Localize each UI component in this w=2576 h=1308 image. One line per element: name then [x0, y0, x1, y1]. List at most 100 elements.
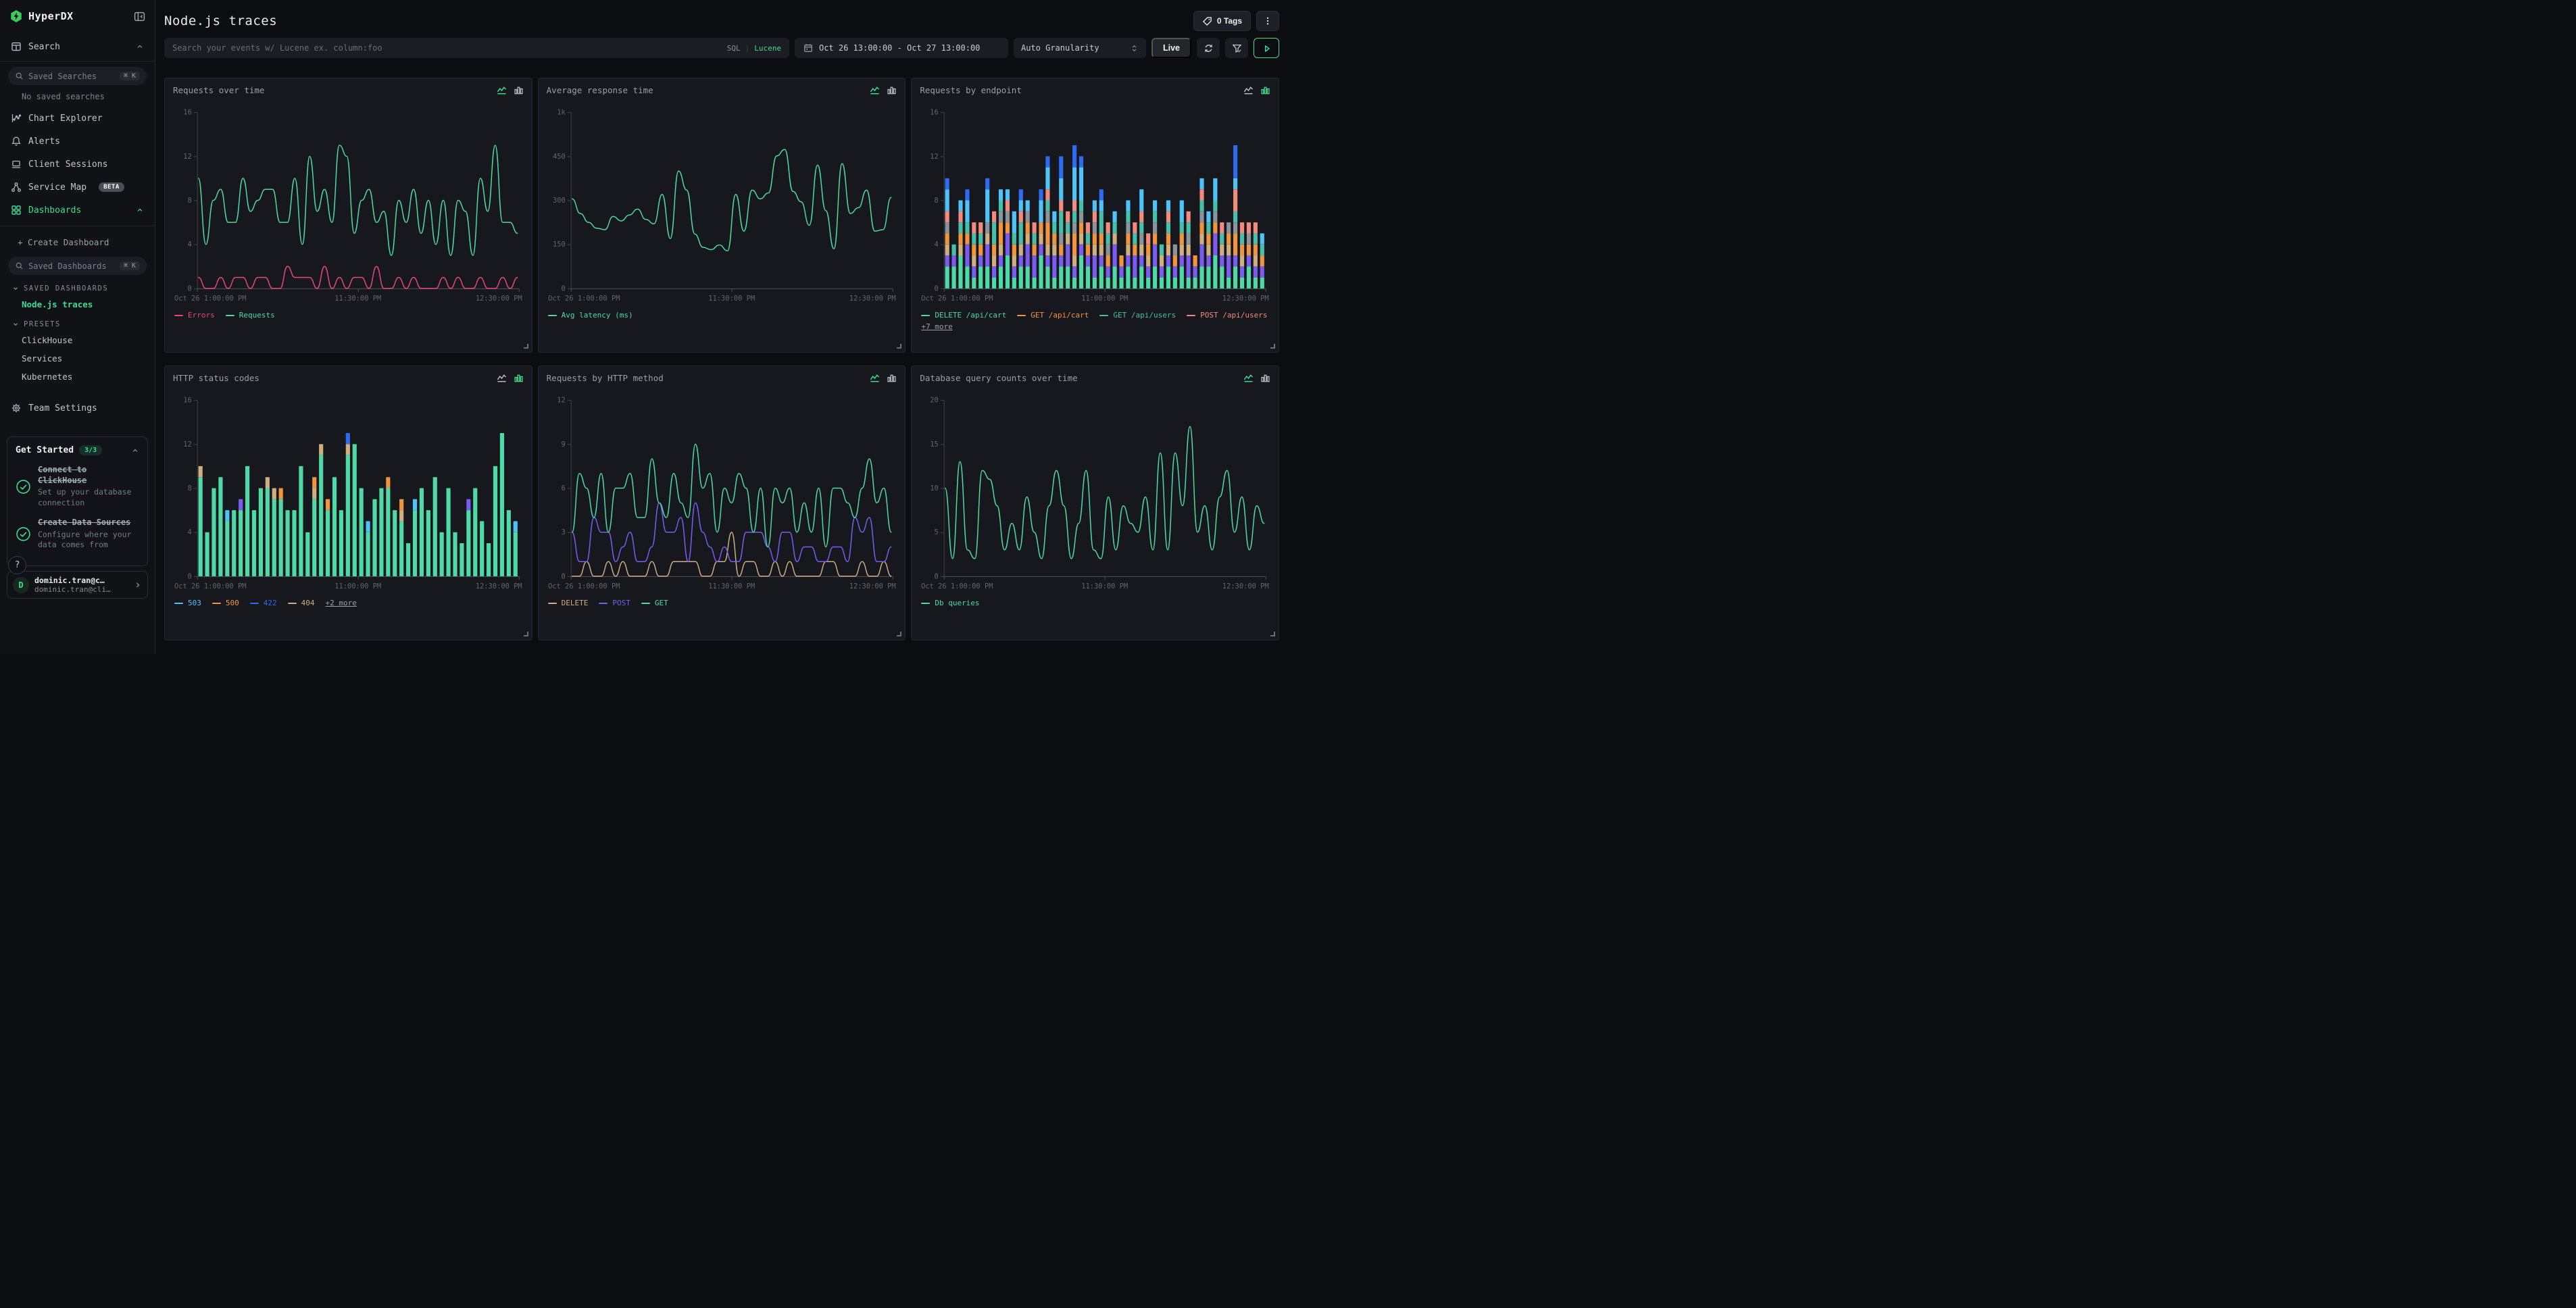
chart-canvas[interactable]: 0481216Oct 26 1:00:00 PM11:30:00 PM12:30… [173, 97, 524, 306]
legend-item[interactable]: POST /api/users [1187, 311, 1267, 320]
resize-handle[interactable] [897, 632, 901, 636]
chart-canvas[interactable]: 0481216Oct 26 1:00:00 PM11:00:00 PM12:30… [173, 384, 524, 594]
saved-dashboards-input[interactable] [28, 261, 115, 271]
bar-chart-icon[interactable] [887, 85, 897, 95]
get-started-title: Get Started [16, 445, 74, 455]
legend-item[interactable]: Db queries [921, 599, 979, 607]
tags-button[interactable]: 0 Tags [1193, 11, 1251, 31]
legend-more-link[interactable]: +2 more [326, 599, 357, 607]
date-range-picker[interactable]: Oct 26 13:00:00 - Oct 27 13:00:00 [795, 38, 1008, 58]
event-search-input[interactable] [172, 43, 720, 53]
resize-handle[interactable] [524, 344, 528, 349]
help-icon[interactable]: ? [8, 556, 26, 574]
filter-edit-icon [1232, 43, 1242, 53]
legend-dash-icon [174, 603, 183, 604]
granularity-select[interactable]: Auto Granularity [1014, 38, 1146, 58]
saved-searches-input[interactable] [28, 72, 115, 81]
live-button[interactable]: Live [1151, 38, 1191, 58]
query-language-toggle[interactable]: SQL | Lucene [727, 44, 781, 53]
legend-item[interactable]: DELETE /api/cart [921, 311, 1006, 320]
presets-header[interactable]: PRESETS [0, 313, 147, 331]
line-chart-icon[interactable] [497, 85, 507, 95]
run-query-button[interactable] [1254, 38, 1279, 58]
sidebar-item-dashboards[interactable]: Dashboards [8, 199, 147, 222]
sidebar-item-team-settings[interactable]: Team Settings [8, 397, 147, 420]
sidebar-dashboard-nodejs-traces[interactable]: Node.js traces [8, 295, 147, 313]
legend-label: Requests [239, 311, 275, 320]
service-map-icon [11, 182, 22, 193]
legend-item[interactable]: Avg latency (ms) [548, 311, 633, 320]
user-menu[interactable]: D dominic.tran@c… dominic.tran@cli… [7, 571, 148, 599]
chevron-up-icon [136, 43, 144, 51]
svg-text:Oct 26 1:00:00 PM: Oct 26 1:00:00 PM [174, 582, 247, 590]
legend-item[interactable]: DELETE [548, 599, 589, 607]
chevron-down-icon [12, 321, 19, 328]
legend-item[interactable]: 422 [250, 599, 277, 607]
chart-panel-http-status-codes: HTTP status codes 0481216Oct 26 1:00:00 … [164, 366, 532, 640]
chart-canvas[interactable]: 01503004501kOct 26 1:00:00 PM11:30:00 PM… [547, 97, 897, 306]
legend-item[interactable]: GET /api/users [1099, 311, 1176, 320]
bar-chart-icon[interactable] [1260, 373, 1270, 383]
saved-dashboards-header[interactable]: SAVED DASHBOARDS [0, 278, 147, 295]
line-chart-icon[interactable] [870, 373, 880, 383]
bar-chart-icon[interactable] [514, 85, 524, 95]
legend-item[interactable]: POST [599, 599, 630, 607]
event-search-box[interactable]: SQL | Lucene [164, 38, 789, 58]
sidebar-collapse-icon[interactable] [134, 11, 145, 22]
main-content: Node.js traces 0 Tags SQL | [155, 0, 1288, 654]
sidebar-preset-clickhouse[interactable]: ClickHouse [8, 331, 147, 349]
legend-more-link[interactable]: +7 more [921, 322, 952, 331]
legend-item[interactable]: 503 [174, 599, 201, 607]
line-chart-icon[interactable] [1243, 373, 1254, 383]
legend-item[interactable]: GET [641, 599, 668, 607]
create-dashboard-button[interactable]: + Create Dashboard [8, 230, 147, 251]
filter-button[interactable] [1225, 38, 1248, 58]
user-email: dominic.tran@cli… [34, 585, 128, 594]
lucene-toggle[interactable]: Lucene [754, 44, 781, 53]
svg-text:10: 10 [931, 484, 939, 493]
bar-chart-icon[interactable] [887, 373, 897, 383]
legend-item[interactable]: Requests [226, 311, 275, 320]
chart-canvas[interactable]: 0481216Oct 26 1:00:00 PM11:00:00 PM12:30… [920, 97, 1270, 306]
resize-handle[interactable] [897, 344, 901, 349]
svg-text:8: 8 [188, 484, 192, 493]
sidebar-item-service-map[interactable]: Service Map BETA [8, 176, 147, 199]
bar-chart-icon[interactable] [1260, 85, 1270, 95]
get-started-item-sources[interactable]: Create Data Sources Configure where your… [16, 518, 139, 551]
resize-handle[interactable] [524, 632, 528, 636]
legend-item[interactable]: 404 [288, 599, 315, 607]
legend-item[interactable]: Errors [174, 311, 215, 320]
chart-canvas[interactable]: 036912Oct 26 1:00:00 PM11:30:00 PM12:30:… [547, 384, 897, 594]
search-icon [15, 261, 24, 270]
saved-searches-search[interactable]: ⌘ K [8, 67, 147, 85]
svg-text:0: 0 [561, 572, 565, 580]
legend-item[interactable]: 500 [212, 599, 239, 607]
sidebar-item-chart-explorer[interactable]: Chart Explorer [8, 107, 147, 130]
sidebar-item-client-sessions[interactable]: Client Sessions [8, 153, 147, 176]
get-started-item-connect[interactable]: Connect to ClickHouse Set up your databa… [16, 465, 139, 508]
sidebar: HyperDX Search ⌘ K No saved searches [0, 0, 155, 654]
legend-dash-icon [1187, 315, 1195, 316]
svg-text:0: 0 [188, 284, 192, 293]
bar-chart-icon[interactable] [514, 373, 524, 383]
resize-handle[interactable] [1270, 632, 1275, 636]
chart-canvas[interactable]: 05101520Oct 26 1:00:00 PM11:30:00 PM12:3… [920, 384, 1270, 594]
sidebar-preset-kubernetes[interactable]: Kubernetes [8, 368, 147, 386]
sidebar-item-search[interactable]: Search [8, 36, 147, 57]
refresh-button[interactable] [1197, 38, 1220, 58]
get-started-header[interactable]: Get Started 3/3 [16, 445, 139, 455]
sidebar-item-label: Client Sessions [28, 159, 107, 170]
legend-item[interactable]: GET /api/cart [1017, 311, 1089, 320]
panel-menu-button[interactable] [1256, 11, 1279, 31]
line-chart-icon[interactable] [870, 85, 880, 95]
line-chart-icon[interactable] [497, 373, 507, 383]
sidebar-item-alerts[interactable]: Alerts [8, 130, 147, 153]
svg-text:Oct 26 1:00:00 PM: Oct 26 1:00:00 PM [921, 582, 993, 590]
line-chart-icon[interactable] [1243, 85, 1254, 95]
resize-handle[interactable] [1270, 344, 1275, 349]
sql-toggle[interactable]: SQL [727, 44, 741, 53]
saved-dashboards-search[interactable]: ⌘ K [8, 257, 147, 275]
legend-label: 422 [264, 599, 277, 607]
sidebar-preset-services[interactable]: Services [8, 349, 147, 368]
legend-label: POST /api/users [1200, 311, 1267, 320]
